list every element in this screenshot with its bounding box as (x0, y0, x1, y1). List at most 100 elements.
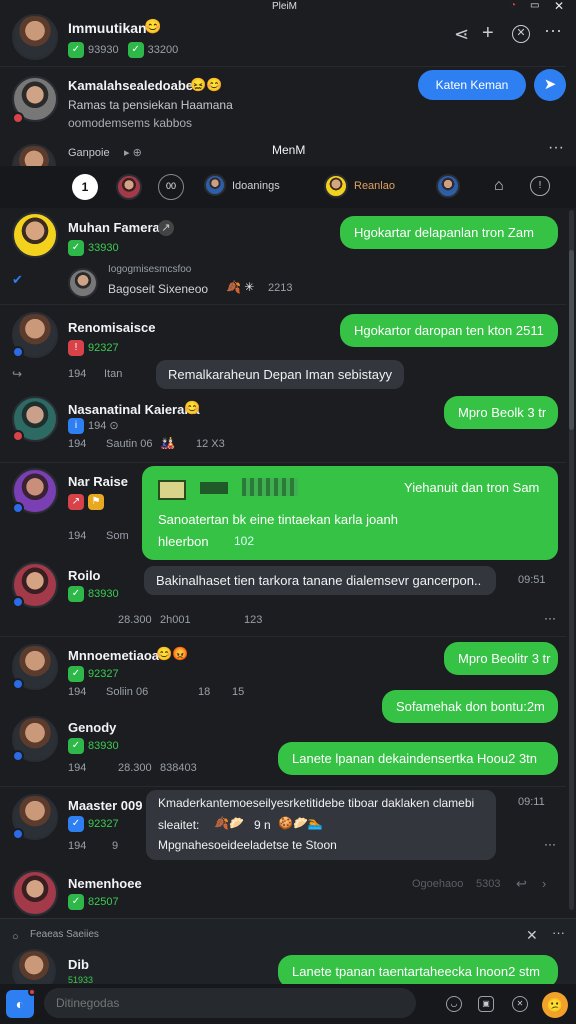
more-icon[interactable]: ··· (552, 925, 565, 941)
tab-count[interactable]: 00 (158, 174, 184, 200)
chat-sub: ✓ 33930 (68, 240, 119, 256)
message-input[interactable] (44, 988, 416, 1018)
share-icon[interactable]: ⋖ (454, 25, 469, 43)
chat-item[interactable]: Maaster 009 ✓ 92327 194 9 Kmaderkantemoes… (0, 790, 566, 868)
reply-bubble[interactable]: Bakinalhaset tien tarkora tanane dialems… (144, 566, 496, 595)
link-card-bubble[interactable]: Yiehanuit dan tron Sam Sanoatertan bk ei… (142, 466, 558, 560)
chat-sub: ✓ 82507 (68, 894, 119, 910)
status-badge (28, 988, 36, 996)
close-circle-icon[interactable]: ✕ (512, 25, 530, 43)
more-icon[interactable]: ··· (544, 836, 556, 852)
chat-meta: 838403 (160, 762, 197, 774)
chevron-right-icon[interactable]: › (542, 876, 546, 892)
chat-item[interactable]: Muhan Famerai ↗ ✓ 33930 Hgokartar delapan… (0, 210, 566, 262)
plus-icon[interactable]: + (482, 23, 494, 43)
group-name: Ganpoie (68, 147, 110, 159)
avatar[interactable] (12, 14, 58, 60)
tab-home[interactable]: 1 (72, 174, 98, 200)
emoji-icon: 😊 (184, 400, 201, 415)
scrollbar[interactable] (569, 210, 574, 910)
header-sub: ✓ 93930 ✓ 33200 (68, 42, 178, 58)
reply-line: Kmaderkantemoeseilyesrketitidebe tiboar … (158, 796, 475, 810)
chat-item[interactable]: Nar Raise ↗ ⚑ 194 Som Yiehanuit dan tron … (0, 466, 566, 560)
card-preview-icon (200, 482, 228, 494)
tab-avatar[interactable] (116, 174, 142, 200)
chat-meta: 2213 (268, 282, 293, 294)
emoji-picker-icon[interactable]: ◡ (446, 996, 462, 1012)
chat-name: Muhan Famerai (68, 220, 164, 235)
status-badge (12, 346, 24, 358)
chat-item[interactable]: Iogogmisesmcsfoo Bagoseit Sixeneoo 🍂 ✳ 2… (60, 262, 560, 302)
flag-icon: ▸ ⊕ (124, 147, 142, 159)
avatar[interactable] (12, 212, 58, 258)
emoji-icon: 😊😡 (156, 646, 189, 661)
tab-label[interactable]: Idoanings (232, 180, 280, 192)
reply-icon[interactable]: ↩ (516, 876, 527, 892)
tab-count-label: 00 (165, 181, 176, 191)
status-badge (12, 596, 24, 608)
status-badge (12, 112, 24, 124)
chat-sub: ↗ ⚑ (68, 494, 108, 510)
tab-label[interactable]: Reanlao (354, 180, 395, 192)
group-header[interactable]: Ganpoie ▸ ⊕ MenM ··· (0, 140, 576, 188)
reply-bubble[interactable]: Remalkaraheun Depan Iman sebistayy (156, 360, 405, 389)
close-icon[interactable]: ✕ (526, 927, 538, 943)
window-minimize-icon[interactable]: ▭ (530, 0, 539, 11)
reply-bubble[interactable]: Kmaderkantemoeseilyesrketitidebe tiboar … (146, 790, 496, 860)
chat-item[interactable]: Nasanatinal Kaierana 😊 i 194 ⊙ Mpro Beolk… (0, 392, 566, 460)
status-badge (12, 750, 24, 762)
chat-meta: 15 (232, 686, 245, 698)
chat-item[interactable]: Renomisaisce ! 92327 Hgokartor daropan te… (0, 308, 566, 389)
status-badge (12, 678, 24, 690)
chat-sub: Bagoseit Sixeneoo (108, 282, 209, 296)
message-bubble[interactable]: Hgokartar delapanlan tron Zam (340, 216, 558, 249)
more-icon[interactable]: ··· (544, 610, 556, 626)
quick-reply-panel: ○ Feaeas Saeiies ✕ ··· Dib 51933 Lanete … (0, 918, 576, 993)
emoji-icon: 🍂🥟 (214, 816, 244, 830)
pinned-message[interactable]: Kamalahsealedoabe: 😖😊 Ramas ta pensiekan… (0, 69, 576, 132)
header-emoji: 😊 (144, 18, 162, 34)
gif-icon[interactable]: ▣ (478, 996, 494, 1012)
chat-meta: 18 (198, 686, 211, 698)
chat-meta: 194 (68, 530, 87, 542)
emoji-icon: 🎎 (160, 436, 175, 450)
avatar[interactable] (68, 268, 98, 298)
chat-name: Iogogmisesmcsfoo (108, 264, 192, 275)
more-icon[interactable]: ··· (548, 140, 564, 156)
chat-item[interactable]: Genody ✓ 83930 Sofamehak don bontu:2m Lan… (0, 690, 566, 786)
reply-icon: ↪ (12, 367, 23, 381)
card-thumbnail-icon (158, 480, 186, 500)
tab-avatar[interactable] (324, 174, 348, 198)
chat-sub: ✓ 92327 (68, 816, 119, 832)
chat-item[interactable]: Roilo ✓ 83930 Bakinalhaset tien tarkora t… (0, 562, 566, 634)
reaction-button[interactable]: 😕 (542, 992, 568, 1018)
pinned-action-button[interactable]: Katen Keman (418, 70, 526, 100)
message-bubble[interactable]: Mpro Beolitr 3 tr (444, 642, 558, 675)
chat-name: Renomisaisce (68, 320, 156, 335)
search-icon: ○ (12, 931, 19, 943)
tab-avatar[interactable] (204, 174, 226, 196)
message-bubble[interactable]: Mpro Beolk 3 tr (444, 396, 558, 429)
avatar[interactable] (12, 870, 58, 916)
composer-bar: ◐ ◡ ▣ ✕ 😕 (0, 984, 576, 1024)
message-bubble[interactable]: Hgokartor daropan ten kton 2511 (340, 314, 558, 347)
reply-line: sleaitet: (158, 818, 200, 832)
edit-icon[interactable]: ↗ (158, 220, 174, 236)
message-bubble[interactable]: Sofamehak don bontu:2m (382, 690, 558, 723)
home-icon[interactable]: ⌂ (494, 178, 504, 194)
chat-time: 09:11 (518, 796, 545, 808)
chat-meta: Soliin 06 (106, 686, 149, 698)
chat-meta: 28.300 (118, 762, 152, 774)
conversation-header[interactable]: Immuutikan 😊 ✓ 93930 ✓ 33200 ⋖ + ✕ ··· (0, 12, 576, 68)
chat-meta: 194 (68, 686, 87, 698)
more-icon[interactable]: ··· (544, 21, 562, 39)
divider (0, 786, 566, 787)
send-button[interactable]: ➤ (534, 69, 566, 101)
chat-item[interactable]: Nemenhoee ✓ 82507 Ogoehaoo 5303 ↩ › (0, 868, 566, 920)
settings-circle-icon[interactable]: ! (530, 176, 550, 196)
chat-meta: 2h001 (160, 614, 191, 626)
sticker-icon[interactable]: ✕ (512, 996, 528, 1012)
tab-avatar[interactable] (436, 174, 460, 198)
message-bubble[interactable]: Lanete lpanan dekaindensertka Hoou2 3tn (278, 742, 558, 775)
read-check-icon: ✔ (12, 272, 23, 287)
